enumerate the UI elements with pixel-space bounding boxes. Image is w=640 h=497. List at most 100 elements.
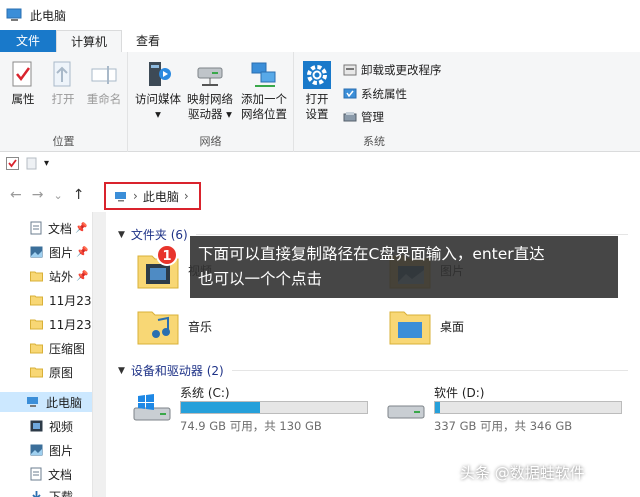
nav-item-compressed-images[interactable]: 压缩图: [30, 338, 85, 358]
nav-item-pictures-pc[interactable]: 图片: [30, 440, 73, 460]
nav-item-pictures[interactable]: 图片 📌: [30, 242, 88, 262]
document-icon: [30, 467, 42, 481]
section-divider: [195, 234, 628, 235]
breadcrumb-chevron-icon[interactable]: ›: [184, 189, 189, 203]
nav-item-original-images[interactable]: 原图: [30, 362, 73, 382]
system-properties-icon: [343, 88, 357, 99]
folder-icon: [30, 319, 43, 330]
drive-d[interactable]: 软件 (D:) 337 GB 可用，共 346 GB: [386, 384, 636, 434]
folder-music[interactable]: 音乐: [136, 304, 212, 348]
recent-locations-icon[interactable]: ⌄: [53, 189, 62, 202]
title-bar: 此电脑: [0, 0, 640, 30]
uninstall-programs-button[interactable]: 卸载或更改程序: [343, 62, 442, 78]
up-arrow-icon[interactable]: ↑: [73, 187, 85, 203]
breadcrumb-this-pc[interactable]: 此电脑: [143, 188, 179, 205]
tab-view[interactable]: 查看: [122, 30, 174, 52]
folder-icon: [30, 343, 43, 354]
open-settings-label-1: 打开: [305, 92, 329, 106]
nav-item-this-pc[interactable]: 此电脑: [0, 392, 92, 412]
nav-label: 图片: [49, 443, 74, 458]
pictures-icon: [30, 444, 43, 456]
tab-file[interactable]: 文件: [0, 30, 56, 52]
drive-name: 系统 (C:): [180, 386, 230, 400]
collapse-chevron-icon[interactable]: ▼: [118, 366, 125, 376]
rename-button[interactable]: 重命名: [84, 60, 124, 107]
nav-label: 下载: [49, 489, 74, 497]
collapse-chevron-icon[interactable]: ▼: [118, 230, 125, 240]
folder-desktop[interactable]: 桌面: [388, 304, 464, 348]
new-folder-icon[interactable]: [25, 157, 38, 170]
network-drive-icon: [197, 67, 223, 86]
document-icon: [30, 221, 42, 235]
nav-item-zhanwai[interactable]: 站外 📌: [30, 266, 88, 286]
window-title: 此电脑: [30, 8, 67, 23]
network-group-label: 网络: [199, 135, 222, 148]
drive-space-info: 74.9 GB 可用，共 130 GB: [180, 419, 322, 433]
properties-check-icon[interactable]: [6, 156, 19, 170]
uninstall-label: 卸载或更改程序: [361, 63, 442, 77]
drive-name: 软件 (D:): [434, 386, 485, 400]
navigation-pane-scrollbar[interactable]: [92, 212, 106, 497]
pin-icon: 📌: [75, 222, 88, 234]
nav-item-documents[interactable]: 文档 📌: [30, 218, 87, 238]
add-location-label-1: 添加一个: [241, 92, 287, 106]
this-pc-small-icon: [115, 191, 126, 201]
properties-label: 属性: [11, 92, 35, 106]
watermark: 头条 @数据蛙软件: [460, 464, 585, 482]
hard-drive-icon: [387, 405, 425, 419]
drive-usage-bar: [434, 401, 622, 414]
nav-label: 文档: [48, 467, 73, 482]
open-button[interactable]: 打开: [48, 60, 78, 107]
media-server-icon: [149, 62, 171, 86]
nav-label: 文档: [48, 221, 73, 236]
ribbon: 属性 打开 重命名 位置 访问媒体 ▾ 映射网络 驱动器 ▾ 添加一个 网络位置…: [0, 52, 640, 152]
desktop-folder-icon: [389, 311, 431, 345]
tooltip-line-2: 也可以一个个点击: [198, 270, 323, 288]
qat-dropdown-icon[interactable]: ▾: [44, 158, 49, 169]
access-media-label-2: ▾: [155, 107, 161, 121]
nav-item-folder-1123-a[interactable]: 11月23: [30, 290, 92, 310]
drive-usage-bar: [180, 401, 368, 414]
forward-arrow-icon[interactable]: →: [32, 187, 44, 203]
tooltip-line-1: 下面可以直接复制路径在C盘界面输入，enter直达: [198, 245, 545, 263]
properties-button[interactable]: 属性: [8, 60, 38, 107]
add-location-label-2: 网络位置: [241, 107, 287, 121]
system-properties-button[interactable]: 系统属性: [343, 86, 407, 102]
open-settings-label-2: 设置: [305, 107, 329, 121]
drives-section-header[interactable]: ▼ 设备和驱动器 (2): [118, 362, 628, 379]
manage-label: 管理: [361, 110, 384, 124]
location-group-label: 位置: [52, 135, 75, 148]
nav-item-downloads[interactable]: 下载: [30, 486, 73, 497]
nav-item-documents-pc[interactable]: 文档: [30, 464, 72, 484]
manage-icon: [343, 112, 357, 122]
annotation-tooltip: 下面可以直接复制路径在C盘界面输入，enter直达 也可以一个个点击: [190, 236, 618, 298]
map-drive-label-2: 驱动器 ▾: [188, 107, 232, 121]
nav-item-videos[interactable]: 视频: [30, 416, 73, 436]
map-network-drive-button[interactable]: 映射网络 驱动器 ▾: [184, 60, 236, 122]
nav-label: 此电脑: [46, 395, 83, 410]
breadcrumb-separator[interactable]: ›: [133, 189, 138, 203]
drive-c[interactable]: 系统 (C:) 74.9 GB 可用，共 130 GB: [132, 384, 382, 434]
system-drive-icon: [133, 394, 171, 421]
network-group: 访问媒体 ▾ 映射网络 驱动器 ▾ 添加一个 网络位置 网络: [128, 52, 294, 152]
map-drive-label-1: 映射网络: [187, 92, 233, 106]
pin-icon: 📌: [76, 270, 89, 282]
back-arrow-icon[interactable]: ←: [10, 187, 22, 203]
manage-button[interactable]: 管理: [343, 109, 384, 125]
drive-usage-fill: [435, 402, 440, 413]
nav-label: 视频: [49, 419, 74, 434]
add-network-location-button[interactable]: 添加一个 网络位置: [236, 60, 292, 122]
video-icon: [30, 420, 43, 432]
nav-label: 原图: [49, 365, 74, 380]
access-media-button[interactable]: 访问媒体 ▾: [132, 60, 184, 122]
tab-computer[interactable]: 计算机: [56, 30, 123, 52]
address-bar[interactable]: › 此电脑 ›: [104, 182, 201, 210]
nav-item-folder-1123-b[interactable]: 11月23: [30, 314, 92, 334]
quick-access-toolbar: ▾: [0, 152, 640, 174]
section-divider: [231, 370, 628, 371]
open-settings-button[interactable]: 打开 设置: [300, 60, 334, 122]
open-label: 打开: [51, 92, 75, 106]
pictures-icon: [30, 246, 43, 258]
navigation-bar: ← → ⌄ ↑ › 此电脑 ›: [0, 180, 640, 210]
drive-space-info: 337 GB 可用，共 346 GB: [434, 419, 573, 433]
